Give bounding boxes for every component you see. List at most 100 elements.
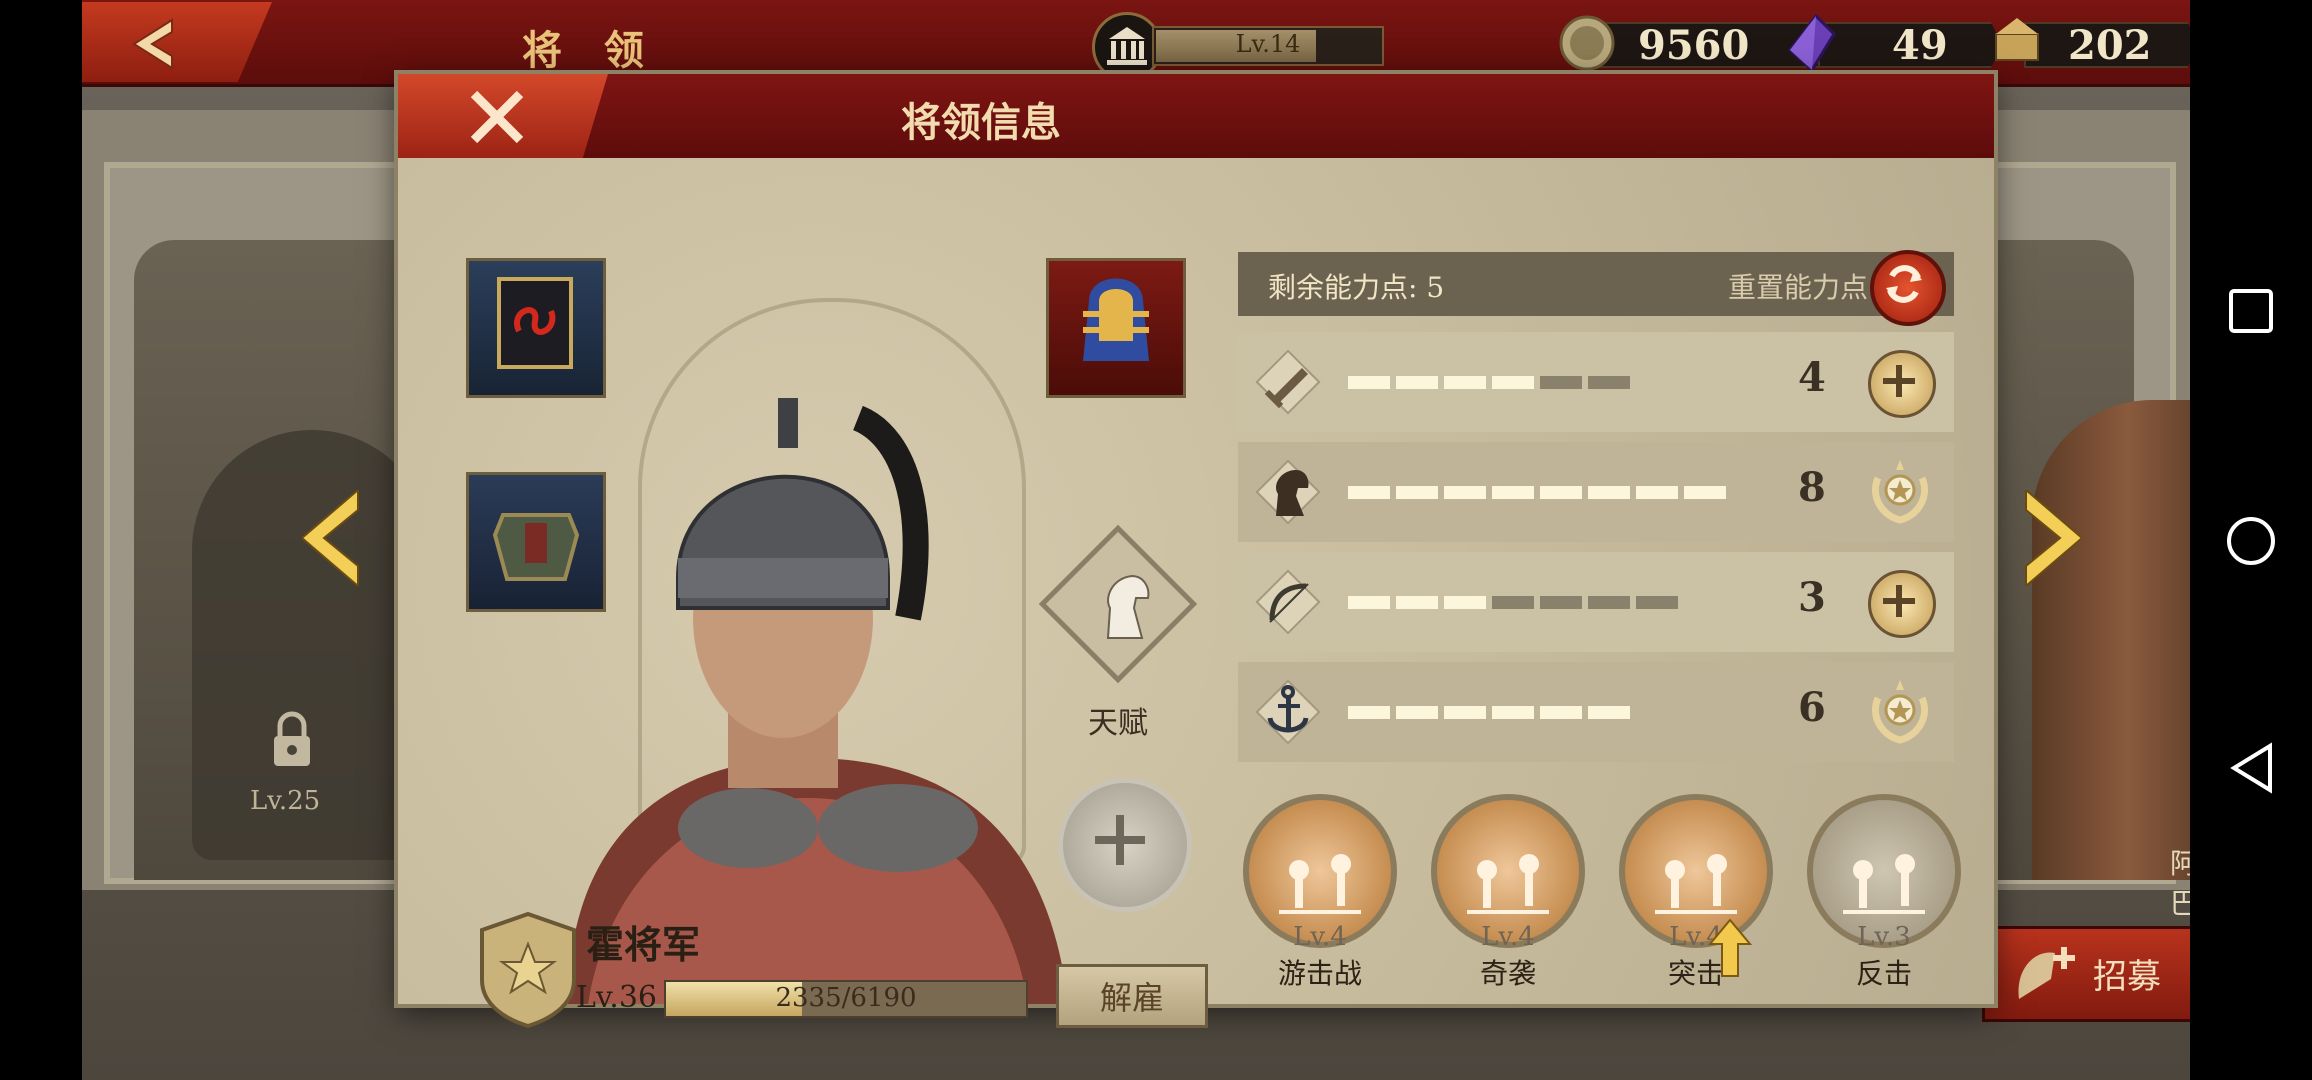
gem-count: 49	[1892, 22, 1948, 69]
bow-icon	[1255, 569, 1321, 635]
horse-head-icon	[1106, 574, 1150, 639]
skill-item[interactable]: Lv.4 游击战	[1240, 794, 1400, 992]
stat-value: 6	[1798, 684, 1826, 731]
recruit-label: 招募	[2093, 957, 2161, 997]
stat-segment	[1588, 486, 1630, 499]
stat-segment	[1588, 596, 1630, 609]
laurel-count: 202	[2068, 22, 2152, 69]
stat-segment	[1444, 596, 1486, 609]
dialog-title: 将领信息	[901, 99, 1061, 146]
general-level: Lv.36	[576, 980, 658, 1015]
stat-bar	[1348, 486, 1726, 499]
skill-item[interactable]: Lv.3 反击	[1804, 794, 1964, 992]
stat-segment	[1492, 486, 1534, 499]
building-level-bar: Lv.14	[1152, 26, 1384, 66]
reset-points-button[interactable]	[1870, 250, 1946, 326]
stat-segment	[1492, 706, 1534, 719]
stat-value: 3	[1798, 574, 1826, 621]
stat-row: 6	[1238, 662, 1954, 762]
stat-segment	[1492, 596, 1534, 609]
stat-segment	[1348, 486, 1390, 499]
stat-segment	[1540, 486, 1582, 499]
add-equipment-button[interactable]	[1058, 778, 1192, 912]
refresh-icon	[1886, 265, 1922, 303]
recruit-button[interactable]: 招募	[1982, 926, 2190, 1022]
stat-bar	[1348, 376, 1630, 389]
add-point-button[interactable]	[1868, 350, 1936, 418]
upgrade-arrow-icon	[1708, 918, 1752, 977]
general-name: 霍将军	[586, 922, 701, 967]
sword-icon	[1255, 349, 1321, 415]
coin-count: 9560	[1638, 22, 1750, 69]
stat-row: 8	[1238, 442, 1954, 542]
max-level-laurel-icon	[1872, 460, 1928, 524]
back-button[interactable]	[82, 2, 272, 82]
locked-level-label: Lv.25	[250, 786, 321, 816]
skill-item[interactable]: Lv.4 奇袭	[1428, 794, 1588, 992]
stat-segment	[1348, 596, 1390, 609]
page-title: 将 领	[522, 27, 658, 74]
spqr-eagle-icon	[1995, 18, 2039, 61]
gem-icon	[1787, 14, 1836, 72]
stat-segment	[1396, 376, 1438, 389]
dialog-body: 天赋 霍将军 Lv.36 2335/6190 解雇 剩余能力点: 5 重置能力点…	[398, 158, 1994, 1028]
experience-bar: 2335/6190	[664, 980, 1028, 1018]
horse-icon	[1255, 459, 1321, 525]
skill-name: 奇袭	[1479, 957, 1536, 990]
plus-icon	[1095, 815, 1145, 865]
add-point-button[interactable]	[1868, 570, 1936, 638]
stat-segment	[1444, 706, 1486, 719]
next-general-arrow-icon[interactable]	[2022, 490, 2082, 586]
skill-level: Lv.4	[1669, 922, 1723, 952]
stat-value: 4	[1798, 354, 1826, 401]
stat-bar	[1348, 706, 1630, 719]
ability-points-header: 剩余能力点: 5 重置能力点	[1238, 250, 1954, 326]
stat-segment	[1396, 706, 1438, 719]
stat-segment	[1540, 706, 1582, 719]
stat-segment	[1348, 376, 1390, 389]
plus-icon	[1883, 365, 1915, 397]
stat-segment	[1588, 376, 1630, 389]
skill-name: 游击战	[1277, 957, 1362, 990]
dismiss-button[interactable]: 解雇	[1056, 964, 1208, 1028]
general-info-dialog: 将领信息 天赋 霍将军 Lv.36 2335/6190 解雇 剩余能力点: 5 …	[398, 74, 1994, 1028]
lock-icon	[274, 711, 310, 766]
rank-badge-icon	[480, 911, 576, 1028]
android-nav-bar	[2190, 0, 2312, 1080]
stat-segment	[1492, 376, 1534, 389]
recruit-helmet-icon	[2018, 947, 2075, 999]
stat-segment	[1540, 376, 1582, 389]
anchor-icon	[1255, 679, 1321, 745]
stat-bar	[1348, 596, 1678, 609]
general-portrait	[568, 398, 1068, 1004]
stat-segment	[1684, 486, 1726, 499]
laurel-resource: 202	[1988, 14, 2190, 72]
stat-row: 4	[1238, 332, 1954, 432]
skill-item[interactable]: Lv.4 突击	[1616, 794, 1776, 992]
gem-resource: 49	[1782, 14, 2002, 72]
back-arrow-icon	[132, 18, 173, 70]
stat-value: 8	[1798, 464, 1826, 511]
stat-segment	[1588, 706, 1630, 719]
previous-general-arrow-icon[interactable]	[302, 490, 362, 586]
next-general-portrait[interactable]	[2032, 400, 2190, 880]
home-icon[interactable]	[2224, 514, 2278, 568]
stat-segment	[1540, 596, 1582, 609]
experience-text: 2335/6190	[775, 983, 917, 1013]
reset-points-label: 重置能力点	[1727, 271, 1868, 304]
skill-name: 反击	[1855, 957, 1912, 990]
stat-segment	[1396, 486, 1438, 499]
skill-level: Lv.4	[1481, 922, 1535, 952]
skill-level: Lv.3	[1857, 922, 1911, 952]
recent-apps-icon[interactable]	[2226, 286, 2276, 336]
coin-icon	[1559, 15, 1615, 71]
dialog-header: 将领信息	[398, 74, 1994, 158]
stat-segment	[1636, 486, 1678, 499]
stat-row: 3	[1238, 552, 1954, 652]
back-nav-icon[interactable]	[2226, 740, 2276, 796]
max-level-laurel-icon	[1872, 680, 1928, 744]
building-level: Lv.14	[1235, 30, 1301, 58]
remaining-points: 剩余能力点: 5	[1268, 271, 1445, 304]
stat-segment	[1396, 596, 1438, 609]
plus-icon	[1883, 585, 1915, 617]
